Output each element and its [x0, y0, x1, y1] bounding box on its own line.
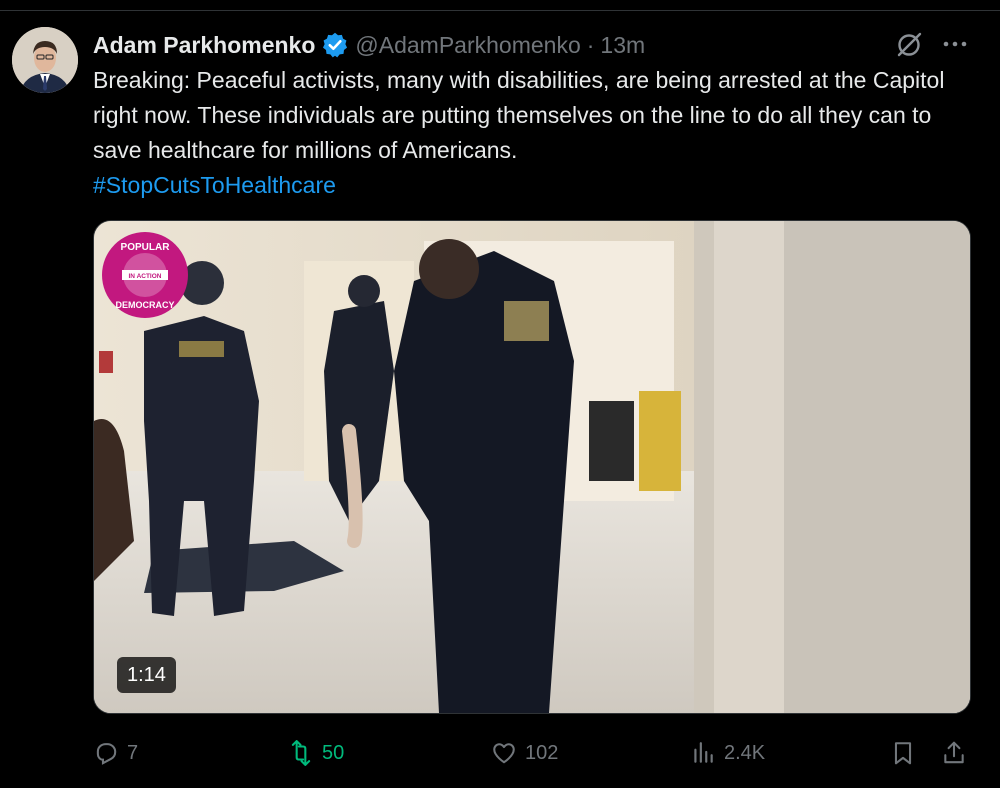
tweet-header: Adam Parkhomenko @AdamParkhomenko · 13m [93, 28, 645, 62]
more-icon[interactable] [940, 32, 970, 56]
verified-badge-icon [323, 32, 348, 58]
logo-text-top: POPULAR [121, 242, 171, 253]
like-icon [493, 743, 515, 764]
video-duration: 1:14 [117, 657, 176, 693]
repost-button[interactable]: 50 [288, 735, 344, 771]
views-button[interactable]: 2.4K [690, 735, 765, 771]
video-player[interactable] [93, 220, 971, 714]
grok-icon[interactable] [894, 30, 924, 60]
reply-button[interactable]: 7 [93, 735, 138, 771]
repost-icon [291, 740, 311, 766]
tweet-body: Breaking: Peaceful activists, many with … [93, 67, 945, 163]
reply-icon [96, 743, 117, 765]
separator-dot: · [586, 31, 595, 58]
author-handle[interactable]: @AdamParkhomenko [355, 32, 580, 59]
video-frame [94, 221, 970, 713]
hashtag-link[interactable]: #StopCutsToHealthcare [93, 172, 336, 198]
tweet-text: Breaking: Peaceful activists, many with … [93, 63, 973, 203]
repost-count: 50 [322, 741, 345, 764]
bookmark-icon [894, 742, 912, 765]
top-divider [0, 10, 1000, 11]
share-icon [944, 741, 964, 764]
views-icon [694, 742, 713, 763]
popular-democracy-logo: POPULAR IN ACTION DEMOCRACY [102, 232, 188, 318]
like-button[interactable]: 102 [491, 735, 558, 771]
like-count: 102 [525, 741, 559, 764]
avatar[interactable] [12, 27, 78, 93]
author-name[interactable]: Adam Parkhomenko [93, 32, 315, 59]
reply-count: 7 [127, 741, 139, 764]
logo-text-middle: IN ACTION [129, 273, 162, 280]
bookmark-button[interactable] [890, 735, 924, 771]
views-count: 2.4K [724, 741, 766, 764]
logo-text-bottom: DEMOCRACY [115, 300, 174, 310]
action-bar: 7 50 102 2.4K [93, 735, 973, 771]
share-button[interactable] [941, 735, 975, 771]
timestamp[interactable]: 13m [600, 32, 645, 59]
